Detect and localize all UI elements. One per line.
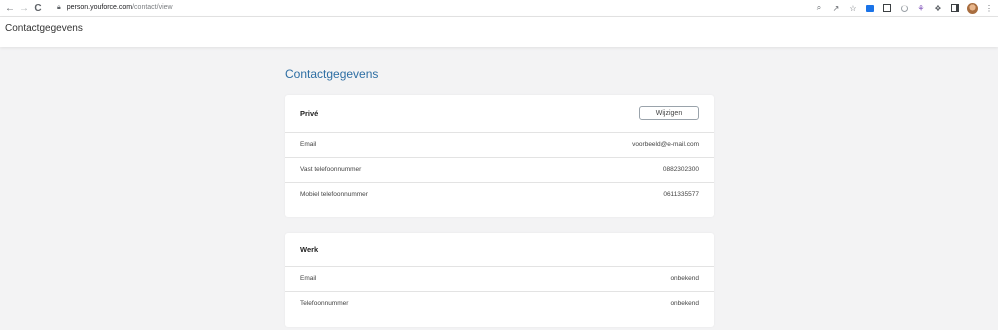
app-title: Contactgegevens (5, 23, 83, 34)
row-label: Vast telefoonnummer (300, 166, 362, 173)
puzzle-icon[interactable]: ❖ (931, 1, 945, 15)
card-header: Privé Wijzigen (285, 95, 714, 133)
reload-icon[interactable]: C (31, 1, 45, 15)
row-label: Telefoonnummer (300, 300, 349, 307)
extension-bar: ⌕ ↗ ☆ ⚘ ❖ ⋮ (812, 0, 996, 16)
list-item: Telefoonnummer onbekend (285, 292, 714, 316)
lock-icon: 🔒︎ (57, 3, 61, 11)
browser-toolbar: ← → C 🔒︎ person.youforce.com/contact/vie… (0, 0, 998, 17)
more-icon[interactable]: ⋮ (982, 1, 996, 15)
row-label: Email (300, 275, 317, 282)
ext-blue-icon[interactable] (863, 1, 877, 15)
row-label: Mobiel telefoonnummer (300, 191, 368, 198)
list-item: Vast telefoonnummer 0882302300 (285, 158, 714, 183)
ext-reader-icon[interactable] (880, 1, 894, 15)
address-bar[interactable]: 🔒︎ person.youforce.com/contact/view (57, 0, 173, 15)
card-header: Werk (285, 233, 714, 267)
werk-card: Werk Email onbekend Telefoonnummer onbek… (285, 233, 714, 327)
werk-heading: Werk (300, 245, 319, 254)
prive-heading: Privé (300, 109, 319, 118)
ext-ring-icon[interactable] (897, 1, 911, 15)
row-value: voorbeeld@e-mail.com (632, 141, 699, 148)
prive-card: Privé Wijzigen Email voorbeeld@e-mail.co… (285, 95, 714, 217)
row-value: onbekend (670, 300, 699, 307)
app-header: Contactgegevens (0, 17, 998, 47)
list-item: Mobiel telefoonnummer 0611335577 (285, 183, 714, 207)
url-path: /contact/view (132, 4, 173, 11)
row-value: onbekend (670, 275, 699, 282)
list-item: Email voorbeeld@e-mail.com (285, 133, 714, 158)
back-icon[interactable]: ← (3, 1, 17, 15)
page-title: Contactgegevens (285, 67, 379, 81)
row-label: Email (300, 141, 317, 148)
row-value: 0611335577 (663, 191, 699, 198)
forward-icon[interactable]: → (17, 1, 31, 15)
zoom-icon[interactable]: ⌕ (812, 1, 826, 15)
profile-avatar[interactable] (965, 1, 979, 15)
bookmark-star-icon[interactable]: ☆ (846, 1, 860, 15)
share-icon[interactable]: ↗ (829, 1, 843, 15)
edit-button[interactable]: Wijzigen (639, 106, 699, 120)
list-item: Email onbekend (285, 267, 714, 292)
row-value: 0882302300 (662, 166, 699, 173)
ext-rose-icon[interactable]: ⚘ (914, 1, 928, 15)
url-host: person.youforce.com (66, 4, 133, 11)
sidepanel-icon[interactable] (948, 1, 962, 15)
